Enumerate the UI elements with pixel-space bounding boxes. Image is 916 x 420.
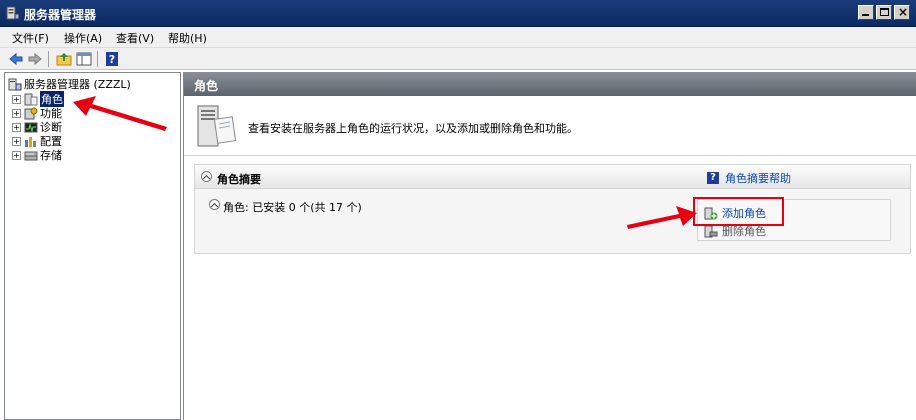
roles-icon (24, 93, 38, 105)
remove-role-icon (704, 225, 718, 237)
help-icon[interactable]: ? (104, 51, 120, 67)
tree-item-diagnostics[interactable]: + 诊断 (12, 120, 62, 134)
tree-item-storage[interactable]: + 存储 (12, 148, 62, 162)
tree-item-label: 存储 (40, 149, 62, 162)
maximize-icon (880, 8, 889, 16)
pane-header: 角色 (184, 72, 916, 96)
close-icon: × (898, 5, 909, 19)
menu-view[interactable]: 查看(V) (116, 30, 154, 46)
roles-summary-header: 角色摘要 ? 角色摘要帮助 (195, 165, 910, 189)
page-description: 查看安装在服务器上角色的运行状况，以及添加或删除角色和功能。 (248, 122, 578, 135)
collapse-icon[interactable] (209, 199, 220, 210)
toolbar: ? (0, 48, 916, 70)
tree-root-label: 服务器管理器 (ZZZL) (24, 78, 131, 91)
features-icon (24, 107, 38, 119)
main-pane: 角色 查看安装在服务器上角色的运行状况，以及添加或删除角色和功能。 角色摘要 ?… (183, 72, 916, 420)
up-folder-icon[interactable] (56, 51, 72, 67)
title-bar: 服务器管理器 × (0, 0, 916, 27)
forward-arrow-icon[interactable] (27, 51, 43, 67)
tree-item-features[interactable]: + 功能 (12, 106, 62, 120)
tree-item-configuration[interactable]: + 配置 (12, 134, 62, 148)
description-bar: 查看安装在服务器上角色的运行状况，以及添加或删除角色和功能。 (184, 96, 916, 156)
collapse-icon[interactable] (201, 171, 212, 182)
menu-file[interactable]: 文件(F) (12, 30, 49, 46)
expand-icon[interactable]: + (12, 136, 21, 146)
roles-installed-status: 角色: 已安装 0 个(共 17 个) (223, 201, 362, 214)
diagnostics-icon (24, 122, 38, 133)
navigation-tree: 服务器管理器 (ZZZL) + 角色 + 功能 + 诊断 + 配置 + 存储 (4, 72, 181, 420)
roles-server-icon (197, 105, 237, 147)
help-icon: ? (707, 172, 719, 184)
help-link-label: 角色摘要帮助 (725, 172, 791, 185)
expand-icon[interactable]: + (12, 150, 21, 160)
roles-summary-section: 角色摘要 ? 角色摘要帮助 角色: 已安装 0 个(共 17 个) 添加角色 删… (194, 164, 911, 254)
expand-icon[interactable]: + (12, 122, 21, 132)
toolbar-separator (97, 51, 98, 67)
menu-help[interactable]: 帮助(H) (168, 30, 207, 46)
minimize-icon (862, 14, 869, 16)
expand-icon[interactable]: + (12, 108, 21, 118)
toolbar-separator (48, 51, 49, 67)
storage-icon (24, 151, 38, 160)
close-button[interactable]: × (894, 5, 910, 20)
server-icon (8, 78, 22, 90)
back-arrow-icon[interactable] (8, 51, 24, 67)
tree-root[interactable]: 服务器管理器 (ZZZL) (8, 77, 131, 91)
menu-bar: 文件(F) 操作(A) 查看(V) 帮助(H) (0, 27, 916, 48)
maximize-button[interactable] (876, 5, 892, 20)
minimize-button[interactable] (858, 5, 874, 20)
show-hide-tree-icon[interactable] (76, 51, 92, 67)
roles-summary-title: 角色摘要 (217, 173, 261, 186)
configuration-icon (25, 136, 36, 147)
svg-text:?: ? (109, 53, 115, 66)
server-manager-icon (6, 6, 20, 20)
menu-action[interactable]: 操作(A) (64, 30, 102, 46)
roles-summary-help-link[interactable]: ? 角色摘要帮助 (707, 170, 791, 186)
annotation-highlight-box (693, 197, 784, 226)
window-title: 服务器管理器 (24, 8, 97, 22)
expand-icon[interactable]: + (12, 94, 21, 104)
tree-item-roles[interactable]: + 角色 (12, 91, 64, 107)
